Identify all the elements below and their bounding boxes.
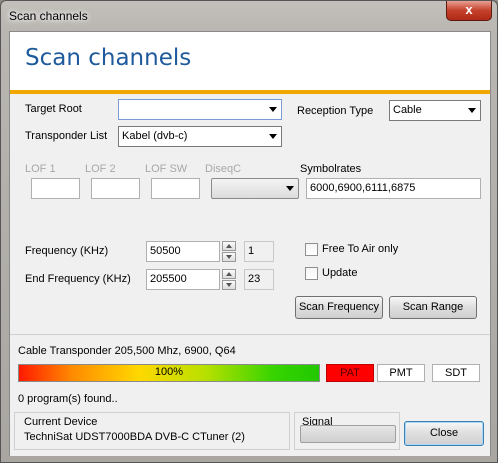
update-label: Update [322,267,358,279]
chevron-down-icon [269,134,277,139]
scan-progress-text: 100% [154,366,184,378]
transponder-list-label: Transponder List [25,130,108,142]
current-device-value: TechniSat UDST7000BDA DVB-C CTuner (2) [24,431,245,443]
target-root-select[interactable] [118,99,282,120]
pmt-indicator: PMT [377,364,425,382]
current-device-label: Current Device [24,416,98,428]
lof2-input[interactable] [91,178,140,199]
diseqc-label: DiseqC [205,163,242,175]
dialog-client: Scan channels Target Root Reception Type… [9,31,491,456]
close-button[interactable]: Close [404,421,484,446]
stepper-up-icon[interactable] [222,241,236,251]
divider [10,334,490,335]
reception-type-select[interactable]: Cable [389,100,481,121]
reception-type-label: Reception Type [297,105,374,117]
signal-meter [300,425,396,443]
pat-indicator: PAT [326,364,374,382]
frequency-label: Frequency (KHz) [25,245,109,257]
chevron-down-icon [269,107,277,112]
chevron-down-icon [468,108,476,113]
scan-channels-window: Scan channels x Scan channels Target Roo… [0,0,498,463]
lof1-label: LOF 1 [25,163,56,175]
lof2-label: LOF 2 [85,163,116,175]
window-title: Scan channels [9,9,88,23]
stepper-down-icon[interactable] [222,252,236,262]
programs-found-text: 0 program(s) found.. [18,393,118,405]
frequency-stepper[interactable] [222,241,236,262]
frequency-step-value: 1 [244,241,274,262]
end-frequency-input[interactable]: 205500 [146,269,220,290]
end-frequency-stepper[interactable] [222,269,236,290]
dialog-header: Scan channels [10,32,490,94]
free-to-air-label: Free To Air only [322,243,399,255]
free-to-air-checkbox[interactable] [305,243,318,256]
transponder-status-text: Cable Transponder 205,500 Mhz, 6900, Q64 [18,345,236,357]
diseqc-select[interactable] [211,178,299,199]
scan-progress-bar: 100% [18,364,320,382]
symbolrates-input[interactable]: 6000,6900,6111,6875 [306,178,481,199]
scan-frequency-button[interactable]: Scan Frequency [295,296,383,319]
sdt-indicator: SDT [432,364,480,382]
scan-range-button[interactable]: Scan Range [389,296,477,319]
end-frequency-step-value: 23 [244,269,274,290]
frequency-input[interactable]: 50500 [146,241,220,262]
lofsw-input[interactable] [151,178,200,199]
header-accent-line [10,90,490,94]
window-close-icon[interactable]: x [446,1,492,21]
stepper-down-icon[interactable] [222,280,236,290]
transponder-list-select[interactable]: Kabel (dvb-c) [118,126,282,147]
update-checkbox[interactable] [305,267,318,280]
stepper-up-icon[interactable] [222,269,236,279]
page-title: Scan channels [25,45,192,71]
lof1-input[interactable] [31,178,80,199]
end-frequency-label: End Frequency (KHz) [25,273,131,285]
symbolrates-label: Symbolrates [300,163,362,175]
target-root-label: Target Root [25,103,82,115]
lofsw-label: LOF SW [145,163,188,175]
chevron-down-icon [286,186,294,191]
